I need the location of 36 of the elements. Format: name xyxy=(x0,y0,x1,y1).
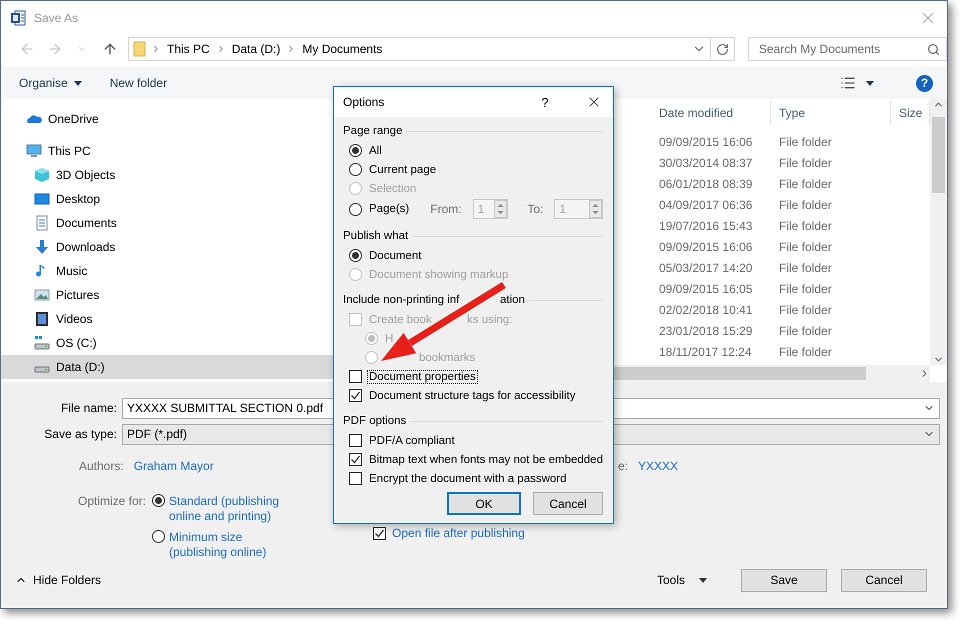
optimize-label: Optimize for: xyxy=(78,494,146,510)
section-heading: Include non-printing inf xyxy=(343,294,460,306)
type-cell-text: File folder xyxy=(779,282,833,296)
date-cell-text: 09/09/2015 16:05 xyxy=(659,282,754,296)
type-cell-text: File folder xyxy=(779,218,833,232)
window-title: Save As xyxy=(34,10,80,24)
type-cell-text: File folder xyxy=(779,324,833,338)
date-cell-text: 02/02/2018 10:41 xyxy=(659,302,754,316)
date-cell-text: 05/03/2017 14:20 xyxy=(659,260,754,274)
type-cell-text: File folder xyxy=(779,176,833,190)
type-cell-text: File folder xyxy=(779,134,833,148)
type-cell-text: File folder xyxy=(779,198,833,212)
date-cell-text: 09/09/2015 16:06 xyxy=(659,240,754,254)
type-cell-text: File folder xyxy=(779,156,833,170)
type-cell-text: File folder xyxy=(779,240,833,254)
to-label: To: xyxy=(527,202,544,216)
date-cell-text: 23/01/2018 15:29 xyxy=(659,324,754,338)
section-heading: Page range xyxy=(343,125,402,137)
from-label: From: xyxy=(430,202,462,216)
date-cell-text: 19/07/2016 15:43 xyxy=(659,218,754,232)
date-cell-text: 04/09/2017 06:36 xyxy=(659,198,754,212)
authors-label: Authors: xyxy=(79,459,124,473)
type-cell-text: File folder xyxy=(779,344,833,358)
type-cell-text: File folder xyxy=(779,302,833,316)
date-cell-text: 09/09/2015 16:06 xyxy=(659,134,754,148)
dialog-title: Options xyxy=(343,95,386,109)
field-label: Save as type: xyxy=(43,427,118,441)
date-cell-text: 18/11/2017 12:24 xyxy=(659,344,753,358)
date-cell-text: 30/03/2014 08:37 xyxy=(659,156,754,170)
section-heading: PDF options xyxy=(343,415,406,427)
field-label: File name: xyxy=(60,401,118,415)
date-cell-text: 06/01/2018 08:39 xyxy=(659,176,754,190)
section-heading: Publish what xyxy=(343,230,408,242)
type-cell-text: File folder xyxy=(779,260,833,274)
section-heading: ation xyxy=(500,294,525,306)
title-label: e: xyxy=(618,459,628,473)
